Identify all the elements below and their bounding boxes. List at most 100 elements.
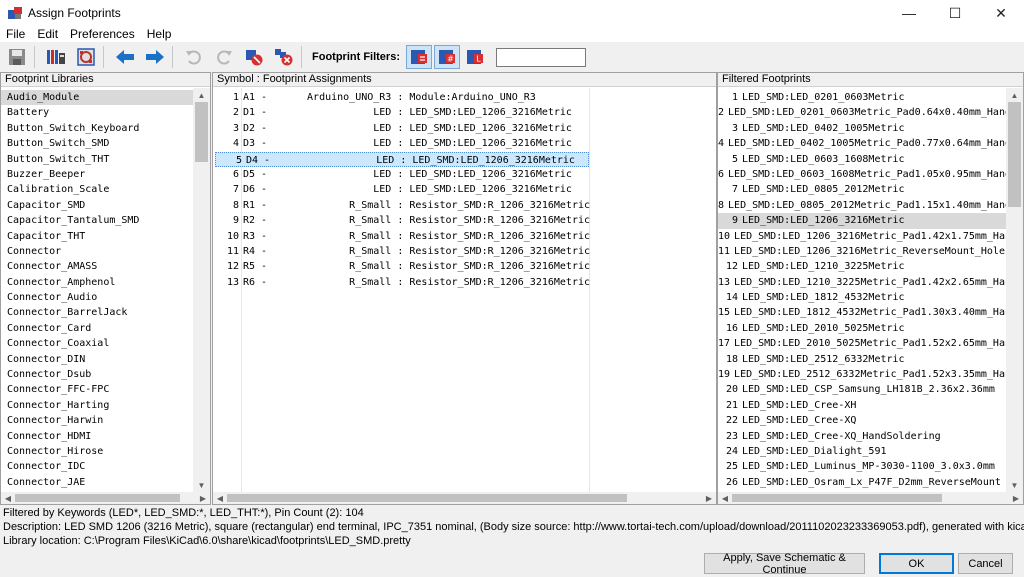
- scrollbar-thumb[interactable]: [15, 494, 180, 502]
- scroll-right-icon[interactable]: ▶: [1009, 492, 1023, 504]
- library-list-item[interactable]: Audio_Module: [1, 90, 195, 106]
- library-list-item[interactable]: Capacitor_Tantalum_SMD: [1, 213, 195, 228]
- library-list-icon[interactable]: [43, 45, 69, 69]
- scroll-down-icon[interactable]: ▼: [193, 478, 210, 492]
- filter-by-keywords-icon[interactable]: [406, 45, 432, 69]
- filtered-footprint-row[interactable]: 5 LED_SMD:LED_0603_1608Metric: [718, 152, 1008, 167]
- scrollbar-thumb[interactable]: [1008, 102, 1021, 207]
- library-list-item[interactable]: Connector_Amphenol: [1, 275, 195, 290]
- scroll-right-icon[interactable]: ▶: [702, 492, 716, 504]
- library-list-item[interactable]: Capacitor_THT: [1, 229, 195, 244]
- library-list-item[interactable]: Button_Switch_Keyboard: [1, 121, 195, 136]
- assignments-horizontal-scrollbar[interactable]: ◀ ▶: [213, 492, 716, 504]
- scrollbar-thumb[interactable]: [732, 494, 942, 502]
- cancel-button[interactable]: Cancel: [958, 553, 1013, 574]
- filtered-footprint-row[interactable]: 2 LED_SMD:LED_0201_0603Metric_Pad0.64x0.4…: [718, 105, 1008, 120]
- filtered-footprint-row[interactable]: 1 LED_SMD:LED_0201_0603Metric: [718, 90, 1008, 105]
- library-list-item[interactable]: Connector_Audio: [1, 290, 195, 305]
- menu-file[interactable]: File: [0, 27, 31, 41]
- library-list-item[interactable]: Button_Switch_SMD: [1, 136, 195, 151]
- arrow-left-icon[interactable]: [112, 45, 138, 69]
- filtered-footprint-row[interactable]: 4 LED_SMD:LED_0402_1005Metric_Pad0.77x0.6…: [718, 136, 1008, 151]
- filter-by-library-icon[interactable]: L: [462, 45, 488, 69]
- filtered-footprint-row[interactable]: 3 LED_SMD:LED_0402_1005Metric: [718, 121, 1008, 136]
- library-list-item[interactable]: Connector_HDMI: [1, 429, 195, 444]
- scroll-left-icon[interactable]: ◀: [1, 492, 15, 504]
- delete-all-associations-icon[interactable]: [271, 45, 297, 69]
- assignment-row[interactable]: 7 D6 - LED : LED_SMD:LED_1206_3216Metric: [213, 182, 716, 197]
- library-list-item[interactable]: Connector_Coaxial: [1, 336, 195, 351]
- save-icon[interactable]: [4, 45, 30, 69]
- library-list-item[interactable]: Connector_Hirose: [1, 444, 195, 459]
- ok-button[interactable]: OK: [879, 553, 954, 574]
- assignment-row[interactable]: 9 R2 - R_Small : Resistor_SMD:R_1206_3216…: [213, 213, 716, 228]
- assignment-row[interactable]: 10 R3 - R_Small : Resistor_SMD:R_1206_321…: [213, 229, 716, 244]
- library-list-item[interactable]: Connector: [1, 244, 195, 259]
- filtered-footprint-row[interactable]: 15 LED_SMD:LED_1812_4532Metric_Pad1.30x3.…: [718, 305, 1008, 320]
- scrollbar-thumb[interactable]: [195, 102, 208, 162]
- filtered-footprint-row[interactable]: 25 LED_SMD:LED_Luminus_MP-3030-1100_3.0x3…: [718, 459, 1008, 474]
- footprint-filter-input[interactable]: [496, 47, 586, 67]
- filtered-footprint-row[interactable]: 19 LED_SMD:LED_2512_6332Metric_Pad1.52x3.…: [718, 367, 1008, 382]
- menu-help[interactable]: Help: [141, 27, 178, 41]
- library-list-item[interactable]: Connector_BarrelJack: [1, 305, 195, 320]
- filtered-footprint-row[interactable]: 24 LED_SMD:LED_Dialight_591: [718, 444, 1008, 459]
- library-list-item[interactable]: Connector_Harting: [1, 398, 195, 413]
- library-list-item[interactable]: Button_Switch_THT: [1, 152, 195, 167]
- filtered-footprint-row[interactable]: 11 LED_SMD:LED_1206_3216Metric_ReverseMou…: [718, 244, 1008, 259]
- filtered-footprint-row[interactable]: 18 LED_SMD:LED_2512_6332Metric: [718, 352, 1008, 367]
- filtered-footprint-row[interactable]: 21 LED_SMD:LED_Cree-XH: [718, 398, 1008, 413]
- assignment-row[interactable]: 11 R4 - R_Small : Resistor_SMD:R_1206_321…: [213, 244, 716, 259]
- assignment-row[interactable]: 6 D5 - LED : LED_SMD:LED_1206_3216Metric: [213, 167, 716, 182]
- delete-association-icon[interactable]: [241, 45, 267, 69]
- apply-save-continue-button[interactable]: Apply, Save Schematic & Continue: [704, 552, 865, 576]
- scroll-up-icon[interactable]: ▲: [193, 88, 210, 102]
- redo-icon[interactable]: [211, 45, 237, 69]
- menu-edit[interactable]: Edit: [31, 27, 64, 41]
- library-list-item[interactable]: Connector_IDC: [1, 459, 195, 474]
- library-list-item[interactable]: Capacitor_SMD: [1, 198, 195, 213]
- footprint-viewer-icon[interactable]: [73, 45, 99, 69]
- library-list-item[interactable]: Connector_JAE: [1, 475, 195, 490]
- close-icon[interactable]: ✕: [978, 0, 1024, 26]
- library-list-item[interactable]: Connector_AMASS: [1, 259, 195, 274]
- filtered-footprint-row[interactable]: 12 LED_SMD:LED_1210_3225Metric: [718, 259, 1008, 274]
- filtered-footprint-row[interactable]: 26 LED_SMD:LED_Osram_Lx_P47F_D2mm_Reverse…: [718, 475, 1008, 490]
- library-list-item[interactable]: Connector_DIN: [1, 352, 195, 367]
- libraries-horizontal-scrollbar[interactable]: ◀ ▶: [1, 492, 210, 504]
- filtered-footprint-row[interactable]: 14 LED_SMD:LED_1812_4532Metric: [718, 290, 1008, 305]
- library-list-item[interactable]: Calibration_Scale: [1, 182, 195, 197]
- filtered-vertical-scrollbar[interactable]: ▲ ▼: [1006, 88, 1023, 492]
- filtered-footprint-row[interactable]: 22 LED_SMD:LED_Cree-XQ: [718, 413, 1008, 428]
- library-list-item[interactable]: Connector_Dsub: [1, 367, 195, 382]
- assignment-row[interactable]: 13 R6 - R_Small : Resistor_SMD:R_1206_321…: [213, 275, 716, 290]
- minimize-icon[interactable]: —: [886, 0, 932, 26]
- assignment-row[interactable]: 1 A1 - Arduino_UNO_R3 : Module:Arduino_UN…: [213, 90, 716, 105]
- scroll-up-icon[interactable]: ▲: [1006, 88, 1023, 102]
- library-list-item[interactable]: Connector_FFC-FPC: [1, 382, 195, 397]
- scroll-left-icon[interactable]: ◀: [213, 492, 227, 504]
- scrollbar-thumb[interactable]: [227, 494, 627, 502]
- assignment-row[interactable]: 3 D2 - LED : LED_SMD:LED_1206_3216Metric: [213, 121, 716, 136]
- assignment-row[interactable]: 5 D4 - LED : LED_SMD:LED_1206_3216Metric: [215, 151, 589, 167]
- filtered-footprint-row[interactable]: 23 LED_SMD:LED_Cree-XQ_HandSoldering: [718, 429, 1008, 444]
- filtered-footprint-row[interactable]: 20 LED_SMD:LED_CSP_Samsung_LH181B_2.36x2.…: [718, 382, 1008, 397]
- scroll-right-icon[interactable]: ▶: [196, 492, 210, 504]
- maximize-icon[interactable]: ☐: [932, 0, 978, 26]
- filtered-footprint-row[interactable]: 8 LED_SMD:LED_0805_2012Metric_Pad1.15x1.4…: [718, 198, 1008, 213]
- filter-by-pin-count-icon[interactable]: #: [434, 45, 460, 69]
- scroll-left-icon[interactable]: ◀: [718, 492, 732, 504]
- library-list-item[interactable]: Connector_Harwin: [1, 413, 195, 428]
- undo-icon[interactable]: [181, 45, 207, 69]
- assignment-row[interactable]: 4 D3 - LED : LED_SMD:LED_1206_3216Metric: [213, 136, 716, 151]
- library-list-item[interactable]: Buzzer_Beeper: [1, 167, 195, 182]
- filtered-footprint-row[interactable]: 16 LED_SMD:LED_2010_5025Metric: [718, 321, 1008, 336]
- scroll-down-icon[interactable]: ▼: [1006, 478, 1023, 492]
- filtered-footprint-row[interactable]: 10 LED_SMD:LED_1206_3216Metric_Pad1.42x1.…: [718, 229, 1008, 244]
- libraries-vertical-scrollbar[interactable]: ▲ ▼: [193, 88, 210, 492]
- filtered-footprint-row[interactable]: 9 LED_SMD:LED_1206_3216Metric: [718, 213, 1008, 229]
- library-list-item[interactable]: Connector_Card: [1, 321, 195, 336]
- assignment-row[interactable]: 8 R1 - R_Small : Resistor_SMD:R_1206_3216…: [213, 198, 716, 213]
- library-list-item[interactable]: Battery: [1, 105, 195, 120]
- filtered-footprint-row[interactable]: 13 LED_SMD:LED_1210_3225Metric_Pad1.42x2.…: [718, 275, 1008, 290]
